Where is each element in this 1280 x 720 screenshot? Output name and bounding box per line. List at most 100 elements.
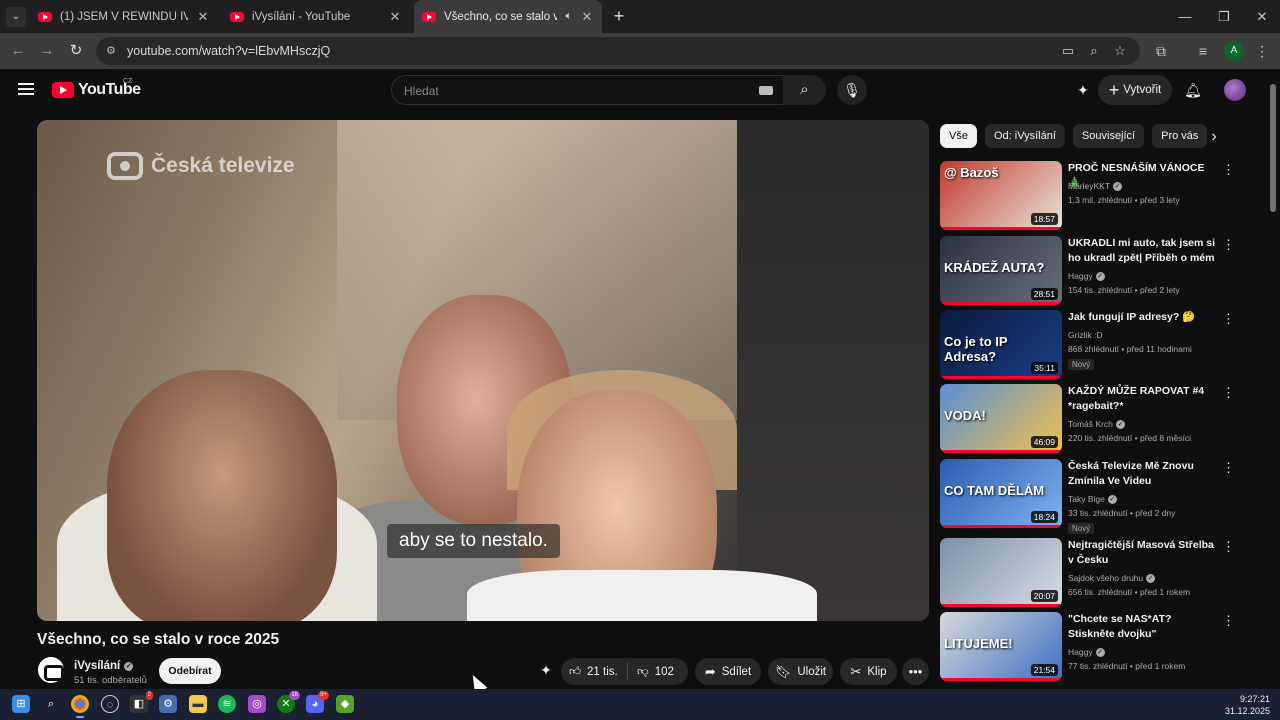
taskbar-search-icon[interactable]: ⌕ bbox=[42, 695, 60, 713]
settings-gear-icon[interactable]: ⚙ bbox=[159, 695, 177, 713]
close-tab-icon[interactable]: ✕ bbox=[580, 9, 594, 25]
chevron-right-icon[interactable]: › bbox=[1203, 126, 1225, 148]
more-actions-button[interactable]: ••• bbox=[902, 658, 929, 685]
youtube-logo[interactable]: YouTube CZ bbox=[52, 78, 141, 99]
bookmark-star-icon[interactable]: ☆ bbox=[1112, 43, 1128, 59]
reload-icon[interactable]: ↻ bbox=[66, 41, 86, 61]
share-button[interactable]: ➦ Sdílet bbox=[695, 658, 761, 685]
page-scrollbar[interactable] bbox=[1270, 84, 1276, 212]
recommended-channel[interactable]: Haggy ✓ bbox=[1068, 647, 1105, 657]
notification-app-icon[interactable]: ◧ 2 bbox=[130, 691, 153, 713]
browser-tab-2[interactable]: iVysílání - YouTube ✕ bbox=[222, 0, 410, 33]
ask-ai-sparkle-icon[interactable]: ✦ bbox=[537, 662, 555, 680]
video-thumbnail[interactable]: KRÁDEŽ AUTA? 28:51 bbox=[940, 236, 1062, 305]
browser-tab-1[interactable]: (1) JSEM V REWINDU IVYSÍLÁNÍ ✕ bbox=[30, 0, 218, 33]
recommended-video[interactable]: 20:07 Nejtragičtější Masová Střelba v Čes… bbox=[940, 538, 1240, 608]
recommended-channel[interactable]: Grizlik :D bbox=[1068, 330, 1102, 340]
system-clock[interactable]: 9:27:21 31.12.2025 bbox=[1225, 693, 1270, 717]
video-thumbnail[interactable]: VODA! 46:09 bbox=[940, 384, 1062, 453]
tab-search-chevron-icon[interactable]: ⌄ bbox=[6, 7, 26, 27]
video-thumbnail[interactable]: CO TAM DĚLÁM 18:24 bbox=[940, 459, 1062, 528]
channel-name[interactable]: iVysílání ✓ bbox=[74, 660, 134, 672]
url-text[interactable]: youtube.com/watch?v=lEbvMHsczjQ bbox=[127, 44, 330, 58]
recommended-title[interactable]: Česká Televize Mě Znovu Zmínila Ve Videu bbox=[1068, 459, 1216, 488]
dislike-button[interactable]: 👎︎ 102 bbox=[637, 658, 674, 685]
recommended-video[interactable]: LITUJEME! 21:54 "Chcete se NAS*AT? Stiskně… bbox=[940, 612, 1240, 682]
extensions-icon[interactable]: ⧉ bbox=[1151, 41, 1171, 61]
video-thumbnail[interactable]: 20:07 bbox=[940, 538, 1062, 607]
more-vertical-icon[interactable]: ⋮ bbox=[1222, 614, 1235, 628]
channel-name-text[interactable]: Haggy bbox=[1068, 271, 1093, 281]
minecraft-icon[interactable]: ◆ bbox=[336, 695, 354, 713]
account-avatar[interactable] bbox=[1224, 79, 1246, 101]
recommended-video[interactable]: CO TAM DĚLÁM 18:24 Česká Televize Mě Znovu… bbox=[940, 459, 1240, 534]
voice-search-button[interactable]: 🎙︎ bbox=[837, 75, 867, 105]
recommended-title[interactable]: Jak fungují IP adresy? 🤔 bbox=[1068, 310, 1216, 325]
recommended-channel[interactable]: Sajdok všeho druhu ✓ bbox=[1068, 573, 1156, 583]
purple-app-icon[interactable]: ◎ bbox=[248, 695, 266, 713]
profile-avatar[interactable]: A bbox=[1224, 41, 1244, 61]
close-tab-icon[interactable]: ✕ bbox=[196, 9, 210, 25]
recommended-title[interactable]: UKRADLI mi auto, tak jsem si ho ukradl z… bbox=[1068, 236, 1216, 265]
more-vertical-icon[interactable]: ⋮ bbox=[1222, 461, 1235, 475]
notifications-bell-icon[interactable]: 🔔︎ bbox=[1183, 80, 1203, 100]
channel-name-text[interactable]: MarleyKKT bbox=[1068, 181, 1110, 191]
chip-related[interactable]: Související bbox=[1072, 124, 1145, 148]
channel-name-text[interactable]: Taky Bige bbox=[1068, 494, 1105, 504]
more-vertical-icon[interactable]: ⋮ bbox=[1222, 238, 1235, 252]
browser-tab-3-active[interactable]: Všechno, co se stalo v roce 🔈︎ ✕ bbox=[414, 0, 602, 33]
subscribe-button[interactable]: Odebírat bbox=[159, 658, 221, 684]
like-button[interactable]: 👍︎ 21 tis. bbox=[569, 658, 618, 685]
recommended-video[interactable]: KRÁDEŽ AUTA? 28:51 UKRADLI mi auto, tak js… bbox=[940, 236, 1240, 306]
recommended-channel[interactable]: Haggy ✓ bbox=[1068, 271, 1105, 281]
search-input[interactable]: Hledat bbox=[391, 75, 784, 105]
channel-name-text[interactable]: Haggy bbox=[1068, 647, 1093, 657]
create-button[interactable]: + Vytvořit bbox=[1098, 75, 1172, 105]
recommended-title[interactable]: KAŽDÝ MŮŽE RAPOVAT #4 *ragebait?* bbox=[1068, 384, 1216, 413]
chrome-icon[interactable] bbox=[71, 695, 89, 718]
site-settings-icon[interactable]: ⚙ bbox=[106, 44, 120, 58]
recommended-video[interactable]: VODA! 46:09 KAŽDÝ MŮŽE RAPOVAT #4 *ragebai… bbox=[940, 384, 1240, 454]
more-vertical-icon[interactable]: ⋮ bbox=[1222, 540, 1235, 554]
forward-icon[interactable]: → bbox=[37, 41, 57, 61]
chip-for-you[interactable]: Pro vás bbox=[1152, 124, 1208, 148]
channel-name-text[interactable]: Grizlik :D bbox=[1068, 330, 1102, 340]
more-vertical-icon[interactable]: ⋮ bbox=[1222, 312, 1235, 326]
more-vertical-icon[interactable]: ⋮ bbox=[1222, 386, 1235, 400]
cast-icon[interactable]: ▭ bbox=[1060, 43, 1076, 59]
ai-sparkle-icon[interactable]: ✦ bbox=[1073, 80, 1093, 100]
spotify-icon[interactable]: ≋ bbox=[218, 695, 236, 713]
more-vertical-icon[interactable]: ⋮ bbox=[1222, 163, 1235, 177]
address-bar[interactable]: ⚙ youtube.com/watch?v=lEbvMHsczjQ ▭ ⌕ ☆ bbox=[96, 37, 1140, 65]
file-explorer-icon[interactable]: ▬ bbox=[189, 695, 207, 713]
video-thumbnail[interactable]: @ Bazoš 18:57 bbox=[940, 161, 1062, 230]
close-tab-icon[interactable]: ✕ bbox=[388, 9, 402, 25]
video-player[interactable]: Česká televize aby se to nestalo. bbox=[37, 120, 929, 621]
recommended-video[interactable]: @ Bazoš 18:57 PROČ NESNÁŠÍM VÁNOCE 🎄 Marley… bbox=[940, 161, 1240, 231]
zoom-icon[interactable]: ⌕ bbox=[1086, 43, 1102, 59]
xbox-icon[interactable]: ✕ 18 bbox=[277, 691, 300, 713]
minimize-icon[interactable]: — bbox=[1166, 0, 1204, 33]
back-icon[interactable]: ← bbox=[8, 41, 28, 61]
app-circle-icon[interactable]: ◌ bbox=[101, 695, 119, 713]
speaker-icon[interactable]: 🔈︎ bbox=[565, 10, 572, 23]
close-window-icon[interactable]: ✕ bbox=[1243, 0, 1280, 33]
channel-name-text[interactable]: iVysílání bbox=[74, 660, 120, 672]
browser-menu-icon[interactable]: ⋮ bbox=[1252, 41, 1272, 61]
channel-name-text[interactable]: Tomáš Krch bbox=[1068, 419, 1113, 429]
discord-icon[interactable]: ◕ 9+ bbox=[306, 691, 329, 713]
media-controls-icon[interactable]: ≡ bbox=[1193, 41, 1213, 61]
windows-start-icon[interactable]: ⊞ bbox=[12, 695, 30, 713]
hamburger-menu-icon[interactable] bbox=[18, 83, 34, 95]
recommended-title[interactable]: Nejtragičtější Masová Střelba v Česku bbox=[1068, 538, 1216, 567]
recommended-channel[interactable]: MarleyKKT ✓ bbox=[1068, 181, 1123, 191]
chip-from-channel[interactable]: Od: iVysílání bbox=[984, 124, 1065, 148]
video-thumbnail[interactable]: Co je to IP Adresa? 35:11 bbox=[940, 310, 1062, 379]
save-button[interactable]: 🔖︎ Uložit bbox=[768, 658, 833, 685]
channel-avatar[interactable] bbox=[38, 657, 64, 683]
video-thumbnail[interactable]: LITUJEME! 21:54 bbox=[940, 612, 1062, 681]
clip-button[interactable]: ✂ Klip bbox=[840, 658, 897, 685]
maximize-icon[interactable]: ❐ bbox=[1205, 0, 1243, 33]
channel-name-text[interactable]: Sajdok všeho druhu bbox=[1068, 573, 1143, 583]
recommended-title[interactable]: "Chcete se NAS*AT? Stiskněte dvojku" bbox=[1068, 612, 1216, 641]
